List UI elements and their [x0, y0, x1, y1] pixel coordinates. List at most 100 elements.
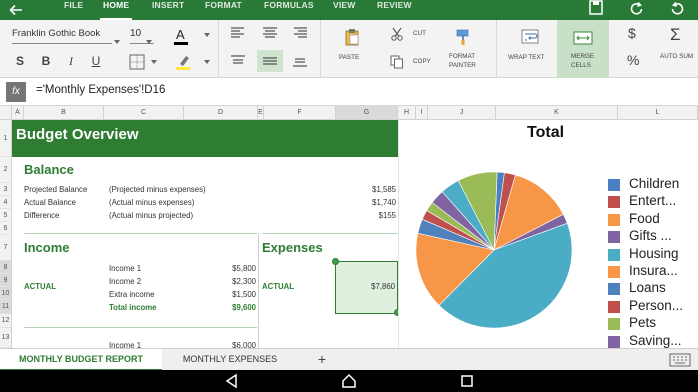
- selection-handle-top[interactable]: [332, 258, 339, 265]
- income-heading[interactable]: Income: [24, 240, 70, 255]
- wrap-text-icon[interactable]: [520, 28, 540, 46]
- merge-cells-label-1[interactable]: MERGE: [571, 53, 594, 61]
- row-header-5[interactable]: 5: [0, 209, 12, 222]
- actual-balance-value[interactable]: $1,740: [342, 198, 396, 207]
- currency-icon[interactable]: $: [628, 25, 642, 43]
- borders-icon[interactable]: [128, 53, 146, 71]
- difference-note[interactable]: (Actual minus projected): [109, 211, 193, 220]
- borders-dropdown-icon[interactable]: [151, 60, 157, 64]
- row-header-2[interactable]: 2: [0, 157, 12, 183]
- column-header-i[interactable]: I: [416, 106, 428, 120]
- back-arrow-icon[interactable]: [6, 0, 26, 20]
- font-size-dropdown-icon[interactable]: [146, 40, 152, 44]
- align-center-icon[interactable]: [262, 26, 278, 40]
- paste-icon[interactable]: [343, 28, 361, 46]
- font-name-select[interactable]: Franklin Gothic Book: [12, 28, 112, 44]
- column-header-b[interactable]: B: [24, 106, 104, 120]
- valign-top-icon[interactable]: [230, 54, 246, 68]
- expenses-heading[interactable]: Expenses: [262, 240, 323, 255]
- font-name-dropdown-icon[interactable]: [114, 40, 120, 44]
- total-income-value[interactable]: $9,600: [202, 303, 256, 312]
- extra-income-label[interactable]: Extra income: [109, 290, 155, 299]
- expenses-actual-label[interactable]: ACTUAL: [262, 282, 294, 291]
- valign-bottom-icon[interactable]: [292, 54, 308, 68]
- sheet-grid[interactable]: Budget Overview Balance Projected Balanc…: [12, 120, 398, 350]
- nav-recents-icon[interactable]: [459, 373, 475, 389]
- tab-home[interactable]: HOME: [99, 0, 133, 20]
- keyboard-icon[interactable]: [669, 353, 691, 367]
- sheet-tab-monthly-budget-report[interactable]: MONTHLY BUDGET REPORT: [0, 349, 162, 371]
- format-painter-label-1[interactable]: FORMAT: [449, 53, 475, 61]
- add-sheet-button[interactable]: +: [314, 349, 330, 371]
- nav-back-icon[interactable]: [224, 373, 240, 389]
- column-header-k[interactable]: K: [496, 106, 618, 120]
- font-color-icon[interactable]: A: [170, 26, 194, 46]
- highlight-dropdown-icon[interactable]: [204, 60, 210, 64]
- paste-label[interactable]: PASTE: [339, 54, 359, 62]
- redo-icon[interactable]: [666, 0, 688, 20]
- column-header-c[interactable]: C: [104, 106, 184, 120]
- column-header-j[interactable]: J: [428, 106, 496, 120]
- row-header-13[interactable]: 13: [0, 328, 12, 348]
- undo-icon[interactable]: [626, 0, 648, 20]
- projected-balance-value[interactable]: $1,585: [342, 185, 396, 194]
- income-1-label[interactable]: Income 1: [109, 264, 141, 273]
- row-header-6[interactable]: 6: [0, 222, 12, 235]
- copy-label[interactable]: COPY: [413, 58, 431, 66]
- income-1-value[interactable]: $5,800: [202, 264, 256, 273]
- save-icon[interactable]: [585, 0, 607, 20]
- pie-chart[interactable]: Total Children Entert... Food Gifts ... Hous…: [398, 120, 698, 350]
- cut-label[interactable]: CUT: [413, 30, 426, 38]
- tab-file[interactable]: FILE: [64, 0, 83, 20]
- row-header-1[interactable]: 1: [0, 120, 12, 157]
- sheet-tab-monthly-expenses[interactable]: MONTHLY EXPENSES: [170, 349, 290, 371]
- bold-button[interactable]: B: [37, 54, 55, 70]
- column-header-h[interactable]: H: [398, 106, 416, 120]
- row-header-8[interactable]: 8: [0, 261, 12, 274]
- total-income-label[interactable]: Total income: [109, 303, 157, 312]
- tab-view[interactable]: VIEW: [333, 0, 356, 20]
- extra-income-value[interactable]: $1,500: [202, 290, 256, 299]
- autosum-label[interactable]: AUTO SUM: [660, 53, 693, 61]
- copy-icon[interactable]: [390, 55, 404, 69]
- format-painter-icon[interactable]: [455, 28, 473, 46]
- nav-home-icon[interactable]: [341, 373, 357, 389]
- actual-balance-note[interactable]: (Actual minus expenses): [109, 198, 194, 207]
- highlight-color-icon[interactable]: [172, 52, 194, 72]
- row-header-9[interactable]: 9: [0, 274, 12, 287]
- sheet-title[interactable]: Budget Overview: [16, 126, 139, 143]
- balance-heading[interactable]: Balance: [24, 162, 74, 177]
- row-header-10[interactable]: 10: [0, 287, 12, 300]
- wrap-text-label[interactable]: WRAP TEXT: [508, 54, 545, 62]
- income-2-label[interactable]: Income 2: [109, 277, 141, 286]
- difference-value[interactable]: $155: [342, 211, 396, 220]
- difference-label[interactable]: Difference: [24, 211, 59, 220]
- formula-input[interactable]: [36, 84, 436, 96]
- row-header-7[interactable]: 7: [0, 235, 12, 261]
- tab-review[interactable]: REVIEW: [377, 0, 412, 20]
- fx-icon[interactable]: fx: [6, 82, 26, 102]
- row-header-12[interactable]: 12: [0, 314, 12, 328]
- row-header-11[interactable]: 11: [0, 300, 12, 314]
- tab-format[interactable]: FORMAT: [205, 0, 242, 20]
- column-header-d[interactable]: D: [184, 106, 258, 120]
- select-all-corner[interactable]: [0, 106, 12, 120]
- strikethrough-button[interactable]: S: [11, 54, 29, 70]
- font-color-dropdown-icon[interactable]: [204, 33, 210, 37]
- autosum-icon[interactable]: Σ: [670, 25, 686, 45]
- row-header-4[interactable]: 4: [0, 196, 12, 209]
- underline-button[interactable]: U: [87, 54, 105, 70]
- format-painter-label-2[interactable]: PAINTER: [449, 62, 476, 70]
- valign-middle-icon[interactable]: [257, 50, 283, 72]
- income-actual-label[interactable]: ACTUAL: [24, 282, 56, 291]
- projected-balance-label[interactable]: Projected Balance: [24, 185, 87, 194]
- expenses-actual-value[interactable]: $7,860: [337, 282, 395, 291]
- tab-formulas[interactable]: FORMULAS: [264, 0, 314, 20]
- merge-cells-icon[interactable]: [573, 30, 593, 46]
- column-header-f[interactable]: F: [264, 106, 336, 120]
- italic-button[interactable]: I: [62, 54, 80, 70]
- scissors-icon[interactable]: [390, 27, 404, 41]
- projected-balance-note[interactable]: (Projected minus expenses): [109, 185, 206, 194]
- column-header-l[interactable]: L: [618, 106, 698, 120]
- column-header-a[interactable]: A: [12, 106, 24, 120]
